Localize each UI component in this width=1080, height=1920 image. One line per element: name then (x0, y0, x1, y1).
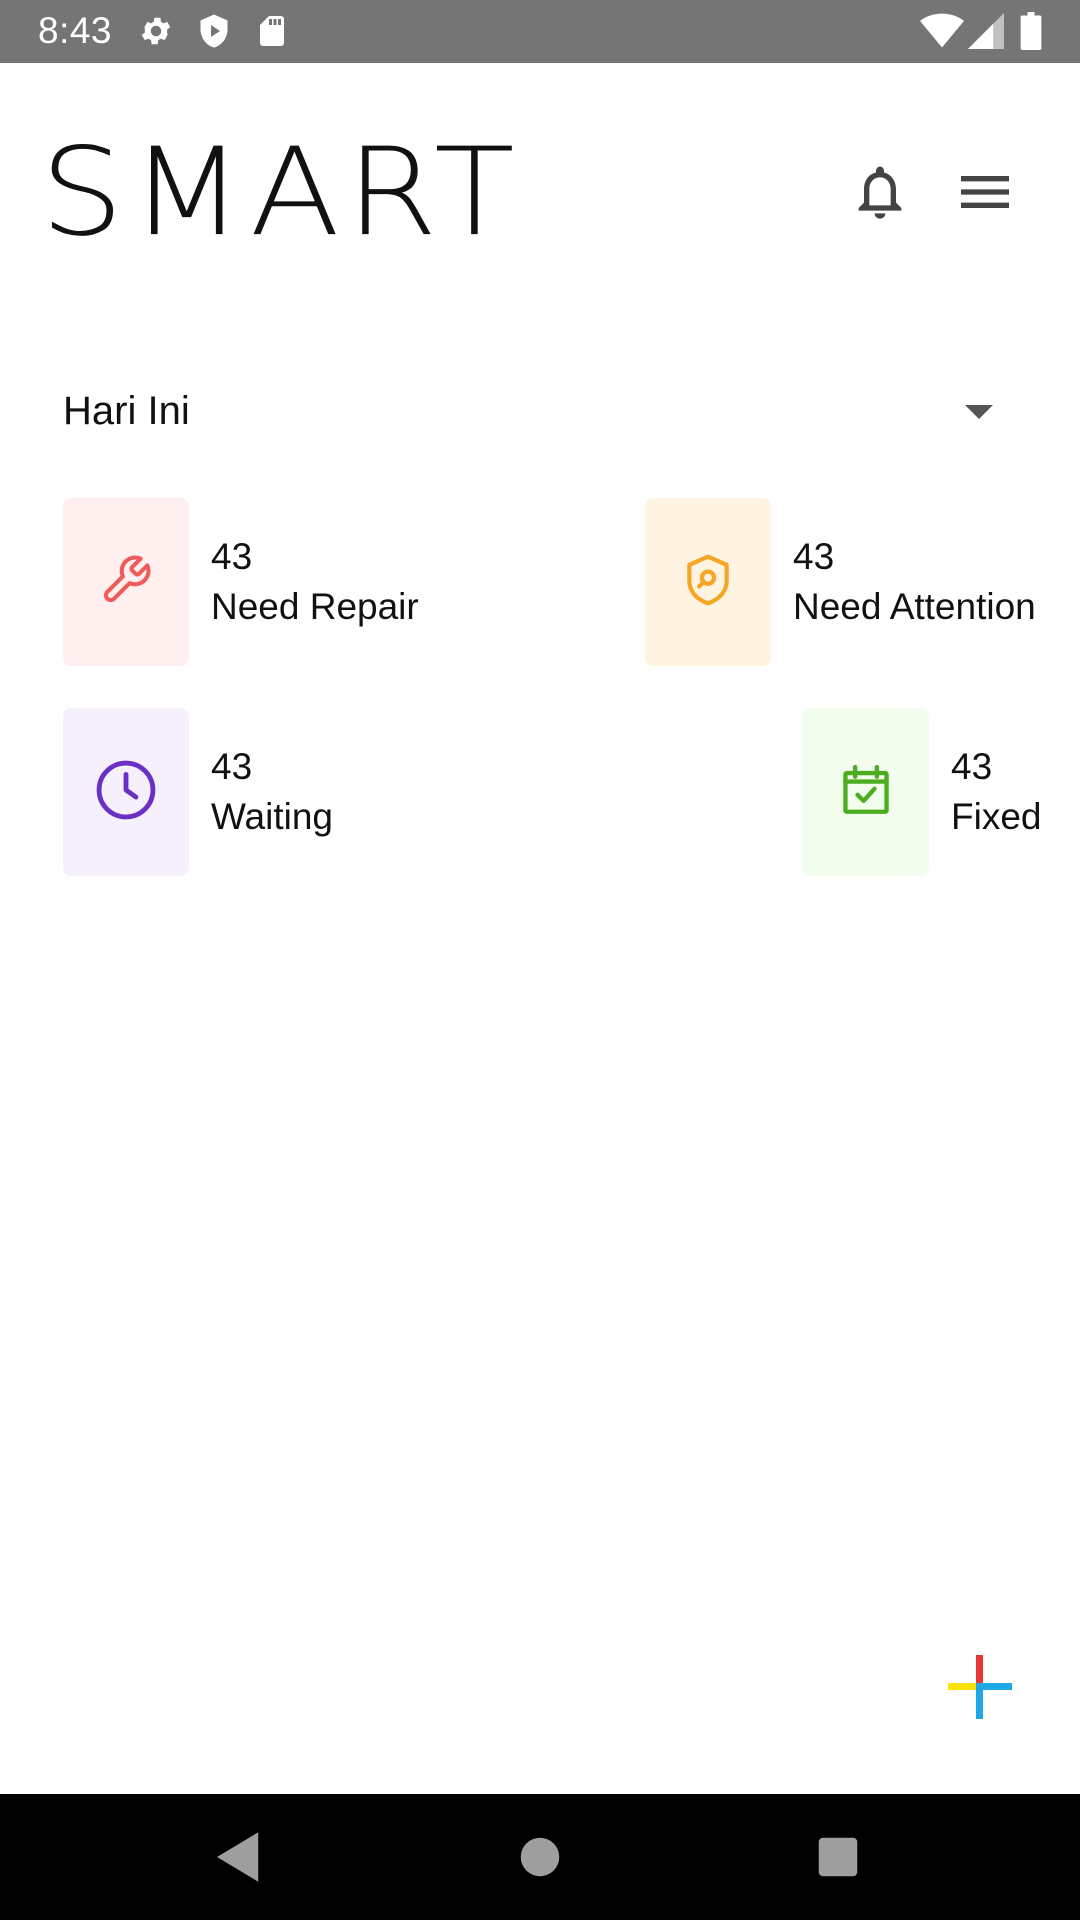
stat-label: Need Repair (211, 586, 419, 627)
cell-signal-icon (968, 12, 1004, 55)
recents-button[interactable] (805, 1824, 871, 1890)
stat-count: 43 (211, 746, 253, 787)
menu-button[interactable] (953, 160, 1017, 224)
gear-icon (138, 13, 174, 54)
stat-label: Waiting (211, 796, 334, 837)
add-button[interactable] (948, 1655, 1012, 1719)
battery-icon (1020, 12, 1042, 55)
navigation-bar (0, 1794, 1080, 1920)
dropdown-caret-icon (965, 405, 993, 419)
period-selected-label: Hari Ini (63, 389, 190, 433)
plus-icon (948, 1655, 1012, 1723)
status-bar: 8:43 (0, 0, 1080, 63)
stat-count: 43 (211, 536, 253, 577)
clock-icon (92, 756, 160, 829)
bell-icon (848, 166, 912, 228)
stat-label: Fixed (951, 796, 1042, 837)
wrench-icon (99, 553, 153, 612)
notifications-button[interactable] (848, 160, 912, 224)
shield-icon (196, 13, 232, 54)
shield-search-icon (680, 552, 736, 613)
period-dropdown[interactable]: Hari Ini (63, 385, 1003, 445)
home-icon (507, 1837, 573, 1894)
menu-icon (953, 176, 1017, 228)
stat-need-attention[interactable]: 43 Need Attention (645, 498, 1045, 666)
stat-waiting[interactable]: 43 Waiting (63, 708, 463, 876)
stat-count: 43 (951, 746, 993, 787)
stat-icon-tile (645, 498, 771, 666)
back-button[interactable] (206, 1824, 272, 1890)
screen: 8:43 SMART Hari Ini 43 Need Repair 43 Ne… (0, 0, 1080, 1920)
calendar-check-icon (837, 761, 895, 824)
home-button[interactable] (507, 1824, 573, 1890)
stat-icon-tile (63, 708, 189, 876)
wifi-icon (920, 12, 964, 55)
stat-fixed[interactable]: 43 Fixed (803, 708, 1043, 876)
stat-icon-tile (63, 498, 189, 666)
recents-icon (805, 1837, 871, 1894)
back-icon (206, 1832, 272, 1894)
stat-count: 43 (793, 536, 835, 577)
status-time: 8:43 (38, 10, 113, 51)
stat-need-repair[interactable]: 43 Need Repair (63, 498, 463, 666)
stat-icon-tile (803, 708, 929, 876)
stat-label: Need Attention (793, 586, 1036, 627)
app-logo: SMART (40, 121, 521, 264)
sd-card-icon (254, 13, 290, 54)
